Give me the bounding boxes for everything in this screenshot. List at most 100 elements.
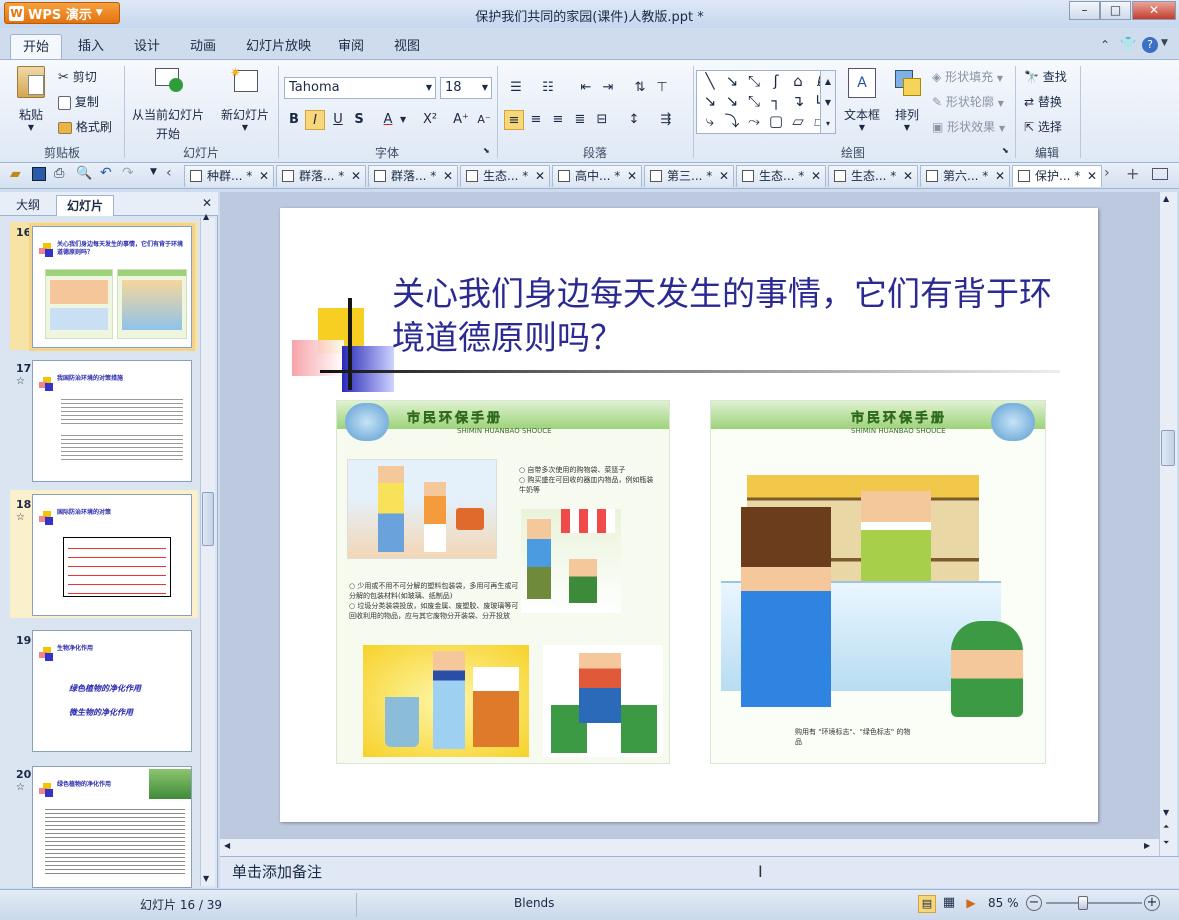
- open-folder-icon[interactable]: ▰: [10, 166, 21, 182]
- parallelogram-shape-icon[interactable]: ▱: [787, 111, 809, 131]
- print-preview-icon[interactable]: 🔍: [76, 166, 92, 181]
- zoom-out-icon[interactable]: −: [1026, 895, 1042, 911]
- zoom-slider[interactable]: [1046, 902, 1142, 904]
- format-painter-button[interactable]: 格式刷: [58, 118, 112, 135]
- doc-tab[interactable]: 第三... * ✕: [644, 165, 734, 187]
- minimize-button[interactable]: –: [1069, 1, 1100, 20]
- new-slide-button[interactable]: ✷ 新幻灯片 ▼: [216, 66, 274, 132]
- tab-review[interactable]: 审阅: [326, 34, 376, 60]
- doc-tab[interactable]: 种群... * ✕: [184, 165, 274, 187]
- line-spacing-button[interactable]: ↕: [624, 110, 644, 130]
- tab-view[interactable]: 视图: [382, 34, 432, 60]
- zoom-in-icon[interactable]: +: [1144, 895, 1160, 911]
- curved-connector-shape-icon[interactable]: ⤷: [699, 111, 721, 131]
- connector-shape-icon[interactable]: ↘: [699, 91, 721, 111]
- slide-thumbnail-17[interactable]: 我国防治环境的对策措施: [32, 360, 192, 482]
- select-button[interactable]: ⇱ 选择: [1024, 118, 1062, 135]
- rectangle-shape-icon[interactable]: ▢: [765, 111, 787, 131]
- tabs-scroll-left-icon[interactable]: ‹: [166, 165, 172, 181]
- prev-slide-icon[interactable]: ⏶: [1163, 822, 1169, 832]
- distribute-button[interactable]: ⊟: [592, 110, 612, 130]
- cut-button[interactable]: ✂ 剪切: [58, 68, 97, 85]
- dialog-launcher-icon[interactable]: ⬊: [1002, 146, 1009, 155]
- tabs-scroll-right-icon[interactable]: ›: [1104, 165, 1110, 181]
- tab-slideshow[interactable]: 幻灯片放映: [234, 34, 323, 60]
- doc-tab[interactable]: 群落... * ✕: [276, 165, 366, 187]
- textbox-button[interactable]: A 文本框 ▼: [842, 68, 882, 132]
- align-left-button[interactable]: ≡: [504, 110, 524, 130]
- ribbon-collapse-icon[interactable]: ⌃: [1100, 38, 1110, 52]
- quick-access-dropdown-icon[interactable]: ▼: [150, 167, 157, 177]
- shape-outline-button[interactable]: ✎ 形状轮廓 ▼: [932, 93, 1004, 110]
- save-icon[interactable]: [32, 167, 46, 181]
- horizontal-scrollbar[interactable]: ◀ ▶: [220, 838, 1159, 856]
- font-color-button[interactable]: A: [378, 110, 398, 130]
- slide-thumbnail-16[interactable]: 关心我们身边每天发生的事情，它们有背于环境道德原则吗？: [32, 226, 192, 348]
- justify-button[interactable]: ≣: [570, 110, 590, 130]
- doc-tab[interactable]: 生态... * ✕: [460, 165, 550, 187]
- doc-tab[interactable]: 第六... * ✕: [920, 165, 1010, 187]
- doc-tab[interactable]: 群落... * ✕: [368, 165, 458, 187]
- panel-scrollbar[interactable]: ▲ ▼: [200, 212, 215, 886]
- maximize-button[interactable]: □: [1100, 1, 1131, 20]
- right-illustration[interactable]: 市民环保手册 SHIMIN HUANBAO SHOUCE 购用有 "环境标志"、…: [710, 400, 1046, 764]
- freeform-shape-icon[interactable]: ⌂: [787, 71, 809, 91]
- scroll-thumb[interactable]: [202, 492, 214, 546]
- increase-indent-button[interactable]: ⇥: [598, 78, 618, 98]
- arrow-shape-icon[interactable]: ↘: [721, 71, 743, 91]
- slide-thumbnail-20[interactable]: 绿色植物的净化作用: [32, 766, 192, 888]
- arrange-button[interactable]: 排列 ▼: [888, 68, 926, 132]
- close-panel-icon[interactable]: ✕: [202, 196, 212, 210]
- left-illustration[interactable]: 市民环保手册 SHIMIN HUANBAO SHOUCE ○ 自带多次使用的购物…: [336, 400, 670, 764]
- decrease-indent-button[interactable]: ⇤: [576, 78, 596, 98]
- doc-tab[interactable]: 高中... * ✕: [552, 165, 642, 187]
- normal-view-icon[interactable]: ▤: [918, 895, 936, 913]
- doc-tab[interactable]: 生态... * ✕: [828, 165, 918, 187]
- shrink-font-button[interactable]: A⁻: [474, 110, 494, 130]
- redo-icon[interactable]: ↷: [122, 165, 134, 181]
- undo-icon[interactable]: ↶: [100, 165, 112, 181]
- curve-shape-icon[interactable]: ʃ: [765, 71, 787, 91]
- shape-effect-button[interactable]: ▣ 形状效果 ▼: [932, 118, 1005, 135]
- align-right-button[interactable]: ≡: [548, 110, 568, 130]
- slide-title[interactable]: 关心我们身边每天发生的事情，它们有背于环境道德原则吗？: [392, 272, 1072, 360]
- slideshow-view-icon[interactable]: ▶: [962, 895, 980, 913]
- line-shape-icon[interactable]: ╲: [699, 71, 721, 91]
- text-direction-button[interactable]: ⇅: [630, 78, 650, 98]
- from-current-slide-button[interactable]: 从当前幻灯片 开始: [130, 66, 206, 142]
- dialog-launcher-icon[interactable]: ⬊: [483, 146, 490, 155]
- scroll-down-icon[interactable]: ▼: [203, 874, 209, 883]
- italic-button[interactable]: I: [305, 110, 325, 130]
- tab-slides[interactable]: 幻灯片: [56, 195, 115, 216]
- print-icon[interactable]: ⎙: [54, 166, 64, 181]
- connector-arrow-shape-icon[interactable]: ↘: [721, 91, 743, 111]
- scroll-up-icon[interactable]: ▲: [203, 212, 209, 221]
- tab-outline[interactable]: 大纲: [6, 195, 50, 216]
- next-slide-icon[interactable]: ⏷: [1163, 838, 1169, 848]
- superscript-button[interactable]: X²: [420, 110, 440, 130]
- elbow-shape-icon[interactable]: ┐: [765, 91, 787, 111]
- scroll-right-icon[interactable]: ▶: [1144, 841, 1150, 850]
- elbow-arrow-shape-icon[interactable]: ↴: [787, 91, 809, 111]
- tab-insert[interactable]: 插入: [66, 34, 116, 60]
- skin-icon[interactable]: 👕: [1120, 37, 1136, 52]
- tab-design[interactable]: 设计: [122, 34, 172, 60]
- notes-pane[interactable]: 单击添加备注 I: [220, 856, 1179, 888]
- shapes-scroll[interactable]: ▲ ▼ ▾: [820, 70, 836, 134]
- slide-sorter-icon[interactable]: ▦: [940, 895, 958, 913]
- zoom-level[interactable]: 85 %: [988, 896, 1019, 910]
- font-name-select[interactable]: Tahoma ▼: [284, 77, 436, 99]
- tab-home[interactable]: 开始: [10, 34, 63, 60]
- slide-thumbnail-19[interactable]: 生物净化作用 绿色植物的净化作用 微生物的净化作用: [32, 630, 192, 752]
- help-dropdown-icon[interactable]: ▼: [1161, 38, 1168, 48]
- bold-button[interactable]: B: [284, 110, 304, 130]
- tab-list-icon[interactable]: [1152, 168, 1168, 180]
- replace-button[interactable]: ⇄ 替换: [1024, 93, 1062, 110]
- help-icon[interactable]: ?: [1142, 37, 1158, 53]
- scroll-down-icon[interactable]: ▼: [1163, 808, 1169, 817]
- connector-double-shape-icon[interactable]: ⤡: [743, 91, 765, 111]
- copy-button[interactable]: 复制: [58, 93, 99, 110]
- paste-button[interactable]: 粘贴 ▼: [14, 66, 48, 136]
- shape-fill-button[interactable]: ◈ 形状填充 ▼: [932, 68, 1003, 85]
- doc-tab[interactable]: 生态... * ✕: [736, 165, 826, 187]
